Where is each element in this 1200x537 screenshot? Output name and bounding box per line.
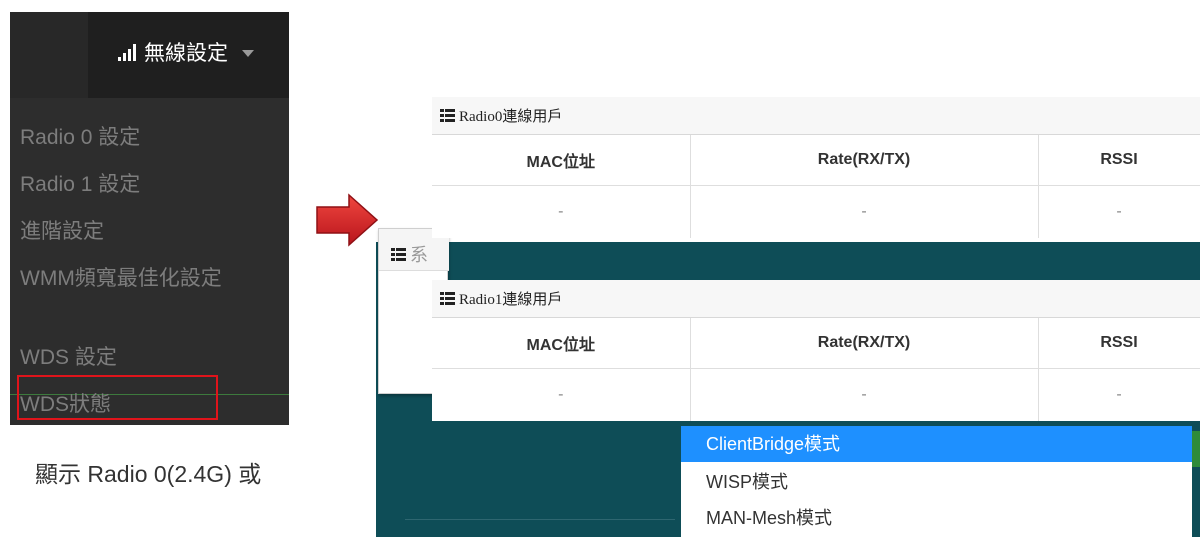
caret-down-icon xyxy=(242,50,254,57)
green-edge xyxy=(1192,431,1200,467)
dialog-title: 系 xyxy=(391,241,428,267)
menu-header-left xyxy=(10,12,88,98)
cell-rssi: - xyxy=(1038,368,1200,421)
table-header: Radio1連線用戶 xyxy=(432,280,1200,318)
cell-rssi: - xyxy=(1038,185,1200,238)
menu-item-wmm[interactable]: WMM頻寬最佳化設定 xyxy=(20,262,222,292)
menu-item-wds-settings[interactable]: WDS 設定 xyxy=(20,341,117,371)
panel-rule xyxy=(405,519,675,520)
mode-dropdown-list[interactable]: ClientBridge模式 WISP模式 MAN-Mesh模式 xyxy=(681,426,1192,537)
radio0-clients-table: Radio0連線用戶 MAC位址 Rate(RX/TX) RSSI - - - xyxy=(432,97,1200,238)
table-row: - - - xyxy=(432,368,1200,421)
column-mac: MAC位址 xyxy=(432,135,691,186)
column-rate: Rate(RX/TX) xyxy=(690,135,1039,186)
list-icon xyxy=(440,109,455,122)
arrow-right-icon xyxy=(316,193,379,247)
column-mac: MAC位址 xyxy=(432,318,691,369)
wireless-settings-dropdown[interactable]: 無線設定 xyxy=(118,37,254,67)
column-rssi: RSSI xyxy=(1038,135,1200,186)
cell-mac: - xyxy=(432,368,691,421)
table-title: Radio1連線用戶 xyxy=(459,292,563,308)
table-header: Radio0連線用戶 xyxy=(432,97,1200,135)
column-rssi: RSSI xyxy=(1038,318,1200,369)
option-man-mesh[interactable]: MAN-Mesh模式 xyxy=(681,500,1192,536)
dialog-title-text: 系 xyxy=(410,245,428,265)
menu-title: 無線設定 xyxy=(144,42,228,65)
list-icon xyxy=(440,292,455,305)
cell-rate: - xyxy=(690,368,1039,421)
highlight-box xyxy=(17,375,218,420)
list-icon xyxy=(391,247,406,261)
menu-item-radio1[interactable]: Radio 1 設定 xyxy=(20,168,140,198)
table-row: - - - xyxy=(432,185,1200,238)
cell-rate: - xyxy=(690,185,1039,238)
signal-bars-icon xyxy=(118,43,136,61)
column-rate: Rate(RX/TX) xyxy=(690,318,1039,369)
radio1-clients-table: Radio1連線用戶 MAC位址 Rate(RX/TX) RSSI - - - xyxy=(432,280,1200,421)
menu-item-advanced[interactable]: 進階設定 xyxy=(20,215,104,245)
table-title: Radio0連線用戶 xyxy=(459,109,563,125)
menu-header: 無線設定 xyxy=(10,12,289,98)
wireless-settings-menu: 無線設定 Radio 0 設定 Radio 1 設定 進階設定 WMM頻寬最佳化… xyxy=(10,12,289,425)
menu-item-radio0[interactable]: Radio 0 設定 xyxy=(20,121,140,151)
option-clientbridge[interactable]: ClientBridge模式 xyxy=(681,426,1192,462)
cell-mac: - xyxy=(432,185,691,238)
option-wisp[interactable]: WISP模式 xyxy=(681,464,1192,500)
caption-text: 顯示 Radio 0(2.4G) 或 xyxy=(35,461,262,487)
